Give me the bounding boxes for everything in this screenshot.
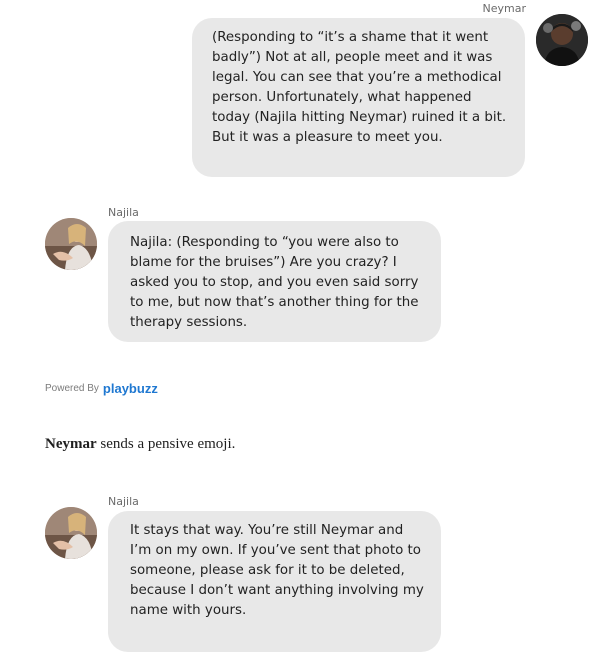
neymar-message-text: (Responding to “it’s a shame that it wen… bbox=[212, 30, 507, 145]
neymar-avatar-photo bbox=[536, 14, 588, 66]
najila-message-text-2: It stays that way. You’re still Neymar a… bbox=[130, 523, 424, 618]
najila-avatar-1 bbox=[45, 218, 97, 270]
najila-sender-label-1: Najila bbox=[108, 206, 139, 219]
powered-by-label: Powered By bbox=[45, 383, 99, 394]
najila-message-bubble-1: Najila: (Responding to “you were also to… bbox=[108, 221, 441, 342]
najila-sender-label-2: Najila bbox=[108, 495, 139, 508]
playbuzz-logo[interactable]: playbuzz bbox=[103, 381, 158, 396]
najila-message-bubble-2: It stays that way. You’re still Neymar a… bbox=[108, 511, 441, 652]
neymar-avatar bbox=[536, 14, 588, 66]
neymar-message-bubble: (Responding to “it’s a shame that it wen… bbox=[192, 18, 525, 177]
neymar-sender-label: Neymar bbox=[482, 2, 526, 15]
najila-avatar-photo-2 bbox=[45, 507, 97, 559]
narration-line: Neymar sends a pensive emoji. bbox=[45, 436, 235, 453]
powered-by-playbuzz: Powered By playbuzz bbox=[45, 381, 158, 396]
narration-text: sends a pensive emoji. bbox=[96, 436, 236, 452]
narration-actor: Neymar bbox=[45, 436, 97, 452]
najila-avatar-photo-1 bbox=[45, 218, 97, 270]
najila-avatar-2 bbox=[45, 507, 97, 559]
najila-message-text-1: Najila: (Responding to “you were also to… bbox=[130, 235, 419, 330]
